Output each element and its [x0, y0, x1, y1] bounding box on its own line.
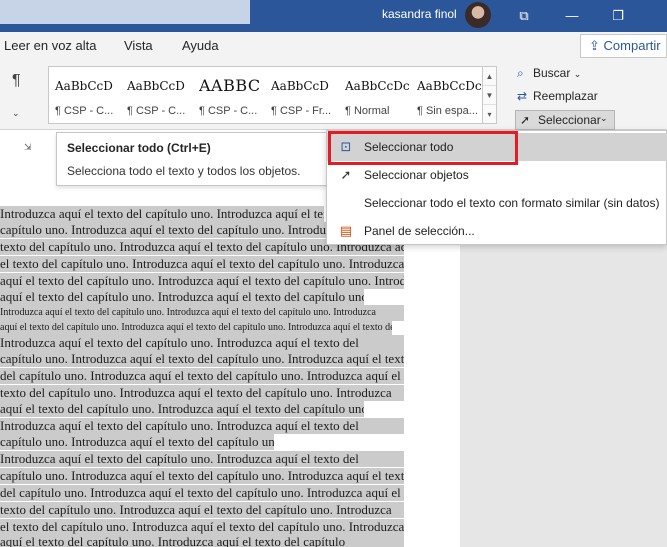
- more-styles-icon[interactable]: ▾: [483, 105, 496, 124]
- document-line: capítulo uno. Introduzca aquí el texto d…: [0, 434, 274, 450]
- tab-leer-en-voz-alta[interactable]: Leer en voz alta: [4, 38, 97, 53]
- menu-item-label: Seleccionar todo el texto con formato si…: [364, 196, 660, 210]
- document-line: Introduzca aquí el texto del capítulo un…: [0, 335, 404, 351]
- tooltip-title: Seleccionar todo (Ctrl+E): [67, 141, 211, 155]
- cursor-icon: ➚: [520, 113, 531, 127]
- style-name: ¶ CSP - Fr...: [271, 105, 332, 117]
- reemplazar-button[interactable]: ⇄ Reemplazar: [517, 89, 598, 103]
- style-name: ¶ CSP - C...: [199, 105, 258, 117]
- document-line: el texto del capítulo uno. Introduzca aq…: [0, 519, 404, 535]
- style-card[interactable]: AaBbCcD ¶ CSP - C...: [121, 67, 193, 125]
- share-icon: ⇪: [589, 38, 600, 53]
- menu-item-panel-seleccion[interactable]: ▤ Panel de selección...: [327, 217, 667, 245]
- document-line: del capítulo uno. Introduzca aquí el tex…: [0, 485, 404, 501]
- style-sample: AaBbCcDc: [417, 79, 482, 93]
- title-bar: kasandra finol ⧉ — ❐: [0, 0, 667, 32]
- document-line: aquí el texto del capítulo uno. Introduz…: [0, 273, 404, 289]
- minimize-button[interactable]: —: [560, 4, 584, 28]
- seleccionar-label: Seleccionar: [538, 113, 601, 127]
- document-line: Introduzca aquí el texto del capítulo un…: [0, 206, 324, 222]
- styles-scroll: ▲ ▼ ▾: [482, 66, 497, 124]
- user-name[interactable]: kasandra finol: [382, 7, 457, 21]
- search-icon: ⌕: [517, 66, 524, 80]
- style-sample: AaBbCcD: [127, 79, 185, 93]
- replace-icon: ⇄: [517, 89, 528, 103]
- document-line: Introduzca aquí el texto del capítulo un…: [0, 305, 404, 321]
- document-line: Introduzca aquí el texto del capítulo un…: [0, 451, 404, 467]
- style-name: ¶ Normal: [345, 105, 390, 117]
- share-label: Compartir: [603, 38, 661, 53]
- dialog-launcher-icon[interactable]: ⇲: [24, 142, 32, 153]
- document-line: aquí el texto del capítulo uno. Introduz…: [0, 320, 392, 336]
- styles-gallery: AaBbCcD ¶ CSP - C... AaBbCcD ¶ CSP - C..…: [48, 66, 484, 124]
- buscar-label: Buscar: [533, 66, 571, 80]
- scroll-up-icon[interactable]: ▲: [483, 67, 496, 86]
- style-card[interactable]: AaBbCcD ¶ CSP - C...: [49, 67, 121, 125]
- style-sample: AaBbCcDc: [345, 79, 410, 93]
- style-name: ¶ CSP - C...: [127, 105, 186, 117]
- reemplazar-label: Reemplazar: [533, 89, 598, 103]
- highlight-box: [328, 131, 518, 165]
- document-line: capítulo uno. Introduzca aquí el texto d…: [0, 468, 404, 484]
- chevron-down-icon: ⌄: [573, 69, 582, 79]
- tab-ayuda[interactable]: Ayuda: [182, 38, 219, 53]
- style-card[interactable]: AaBbCcDc ¶ Normal: [339, 67, 411, 125]
- seleccionar-button[interactable]: ➚ Seleccionar ⌄: [515, 110, 615, 130]
- share-button[interactable]: ⇪ Compartir: [580, 34, 667, 58]
- document-line: aquí el texto del capítulo uno. Introduz…: [0, 289, 364, 305]
- maximize-icon[interactable]: ❐: [606, 4, 630, 28]
- document-line: capítulo uno. Introduzca aquí el texto d…: [0, 351, 404, 367]
- ribbon-tabs: Leer en voz alta Vista Ayuda: [0, 32, 667, 60]
- chevron-down-icon: ⌄: [600, 113, 608, 123]
- style-sample: AaBbCcD: [271, 79, 329, 93]
- buscar-button[interactable]: ⌕ Buscar ⌄: [517, 66, 581, 81]
- pointer-icon: ➚: [340, 167, 352, 182]
- document-line: texto del capítulo uno. Introduzca aquí …: [0, 385, 404, 401]
- scroll-down-icon[interactable]: ▼: [483, 86, 496, 105]
- paragraph-mark-icon[interactable]: ¶: [12, 72, 21, 90]
- menu-item-seleccionar-objetos[interactable]: ➚ Seleccionar objetos: [327, 161, 667, 189]
- document-line: del capítulo uno. Introduzca aquí el tex…: [0, 368, 404, 384]
- search-box[interactable]: [0, 0, 250, 24]
- style-name: ¶ Sin espa...: [417, 105, 478, 117]
- chevron-down-icon[interactable]: ⌄: [12, 108, 20, 119]
- restore-ribbon-icon[interactable]: ⧉: [512, 4, 536, 28]
- style-sample: AaBbCcD: [55, 79, 113, 93]
- document-line: Introduzca aquí el texto del capítulo un…: [0, 418, 404, 434]
- menu-item-seleccionar-formato-similar[interactable]: Seleccionar todo el texto con formato si…: [327, 189, 667, 217]
- document-line: aquí el texto del capítulo uno. Introduz…: [0, 534, 404, 547]
- style-sample: AABBC: [199, 76, 261, 95]
- tooltip: Seleccionar todo (Ctrl+E) Selecciona tod…: [56, 132, 328, 186]
- document-line: el texto del capítulo uno. Introduzca aq…: [0, 256, 404, 272]
- style-card[interactable]: AaBbCcDc ¶ Sin espa...: [411, 67, 483, 125]
- document-line: texto del capítulo uno. Introduzca aquí …: [0, 502, 404, 518]
- selection-pane-icon: ▤: [339, 223, 353, 238]
- style-name: ¶ CSP - C...: [55, 105, 114, 117]
- tab-vista[interactable]: Vista: [124, 38, 153, 53]
- menu-item-label: Seleccionar objetos: [364, 168, 469, 182]
- menu-item-label: Panel de selección...: [364, 224, 475, 238]
- tooltip-description: Selecciona todo el texto y todos los obj…: [67, 164, 301, 178]
- avatar[interactable]: [465, 2, 491, 28]
- document-line: aquí el texto del capítulo uno. Introduz…: [0, 401, 364, 417]
- style-card[interactable]: AABBC ¶ CSP - C...: [193, 67, 265, 125]
- style-card[interactable]: AaBbCcD ¶ CSP - Fr...: [265, 67, 337, 125]
